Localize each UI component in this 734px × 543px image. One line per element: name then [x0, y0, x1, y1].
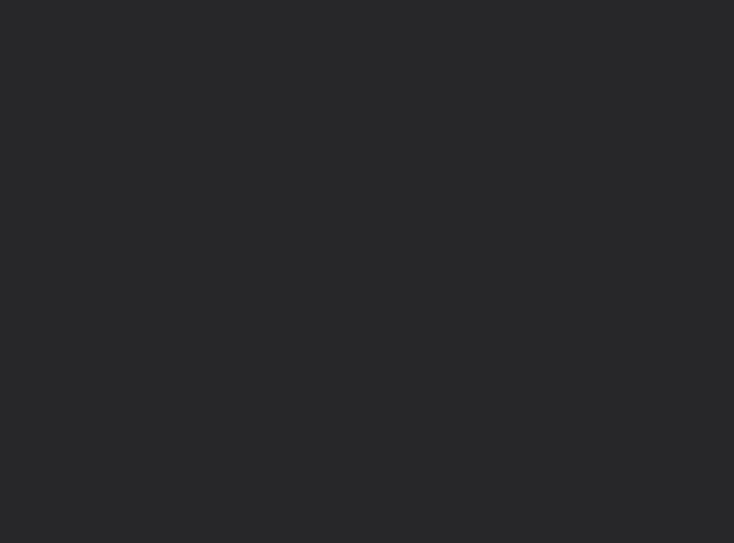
devtools-elements-panel: { "colors": { "panel_bg": "#272729", "se… — [0, 0, 734, 543]
